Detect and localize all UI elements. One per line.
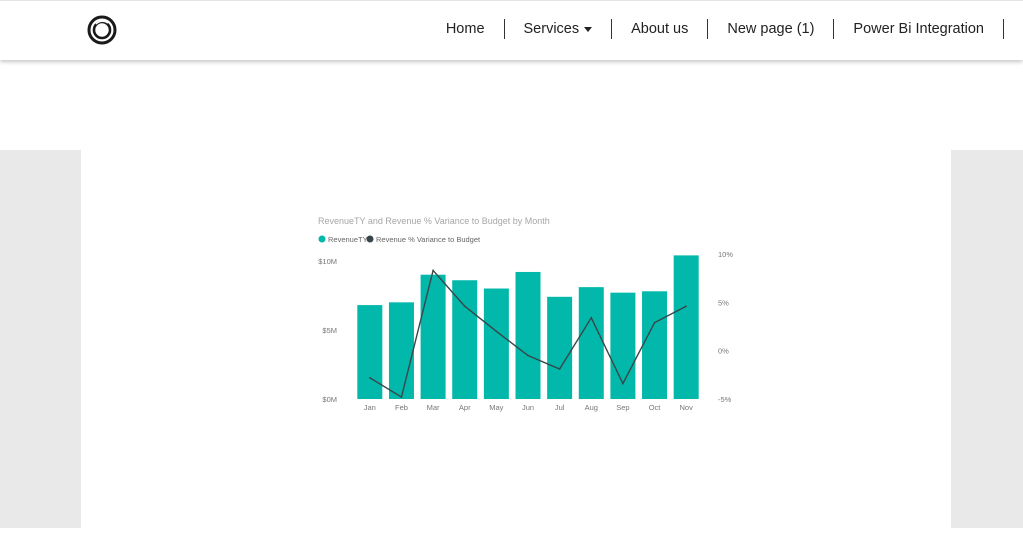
y-left-tick-label: $0M [322, 395, 337, 404]
caret-down-icon [584, 26, 593, 32]
variance-point [558, 368, 561, 370]
variance-point [590, 317, 593, 319]
variance-point [685, 305, 687, 307]
y-left-tick-label: $10M [318, 257, 337, 266]
y-left-tick-label: $5M [322, 326, 337, 335]
variance-point [495, 330, 498, 333]
bar-aug [578, 287, 604, 399]
ring-logo-icon[interactable] [86, 14, 118, 46]
y-right-tick-label: 10% [718, 250, 733, 259]
variance-point [527, 354, 529, 357]
legend-swatch-revenuety [318, 235, 326, 243]
legend-swatch-variance [366, 235, 374, 243]
nav-item-label: New page (1) [727, 21, 815, 37]
power-bi-report: RevenueTY and Revenue % Variance to Budg… [81, 150, 951, 528]
variance-point [369, 376, 371, 379]
x-tick-label: Apr [459, 403, 471, 412]
bar-mar [420, 274, 446, 399]
x-tick-label: Aug [585, 403, 598, 412]
bar-jan [357, 305, 383, 399]
chart-title: RevenueTY and Revenue % Variance to Budg… [318, 216, 550, 226]
x-tick-label: Oct [649, 403, 662, 412]
variance-point [622, 382, 624, 385]
nav-item-label: About us [631, 21, 689, 37]
nav-item-label: Power Bi Integration [853, 21, 984, 37]
x-tick-label: Jan [364, 403, 376, 412]
main-nav: Home Services About us New page (1) Powe… [427, 18, 1004, 40]
legend-label-revenuety: RevenueTY [328, 235, 368, 244]
y-right-tick-label: -5% [718, 395, 732, 404]
x-tick-label: May [489, 403, 503, 412]
nav-item-new-page[interactable]: New page (1) [708, 19, 835, 39]
x-tick-label: Jul [555, 403, 565, 412]
report-canvas: RevenueTY and Revenue % Variance to Budg… [0, 150, 1023, 528]
variance-point [400, 396, 403, 398]
legend-label-variance: Revenue % Variance to Budget [376, 235, 481, 244]
bar-nov [673, 255, 699, 399]
nav-item-home[interactable]: Home [427, 19, 505, 39]
bar-oct [642, 291, 668, 399]
bar-apr [452, 280, 478, 399]
bar-may [483, 288, 509, 399]
nav-item-services[interactable]: Services [505, 19, 613, 39]
combo-chart[interactable]: RevenueTY and Revenue % Variance to Budg… [81, 150, 951, 528]
site-header: Home Services About us New page (1) Powe… [0, 0, 1023, 60]
x-tick-label: Jun [522, 403, 534, 412]
x-tick-label: Mar [427, 403, 440, 412]
variance-point [463, 305, 466, 307]
nav-item-label: Services [523, 21, 580, 37]
nav-item-label: Home [445, 21, 485, 37]
x-tick-label: Feb [395, 403, 408, 412]
y-right-tick-label: 5% [718, 298, 729, 307]
variance-point [432, 269, 434, 272]
bar-jul [547, 296, 573, 399]
x-tick-label: Sep [616, 403, 629, 412]
nav-item-power-bi-integration[interactable]: Power Bi Integration [834, 19, 1004, 39]
bar-jun [515, 271, 541, 399]
nav-item-about-us[interactable]: About us [612, 19, 709, 39]
x-tick-label: Nov [680, 403, 694, 412]
y-right-tick-label: 0% [718, 347, 729, 356]
variance-point [653, 321, 656, 324]
bar-feb [388, 302, 414, 399]
